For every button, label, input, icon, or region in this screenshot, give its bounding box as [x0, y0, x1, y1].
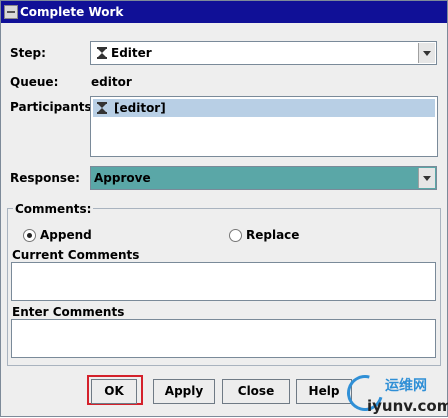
watermark-cn: 运维网: [385, 378, 427, 394]
watermark-logo: 运维网 iyunv.com: [340, 368, 448, 418]
comments-group-label: Comments:: [13, 202, 94, 216]
step-label: Step:: [10, 46, 46, 60]
append-radio[interactable]: [23, 229, 36, 242]
close-button[interactable]: Close: [222, 379, 290, 404]
replace-radio[interactable]: [229, 229, 242, 242]
response-label: Response:: [10, 171, 80, 185]
complete-work-dialog: Complete Work Step: Editer Queue: editor…: [0, 0, 448, 418]
apply-button[interactable]: Apply: [153, 379, 215, 404]
participants-list[interactable]: [editor]: [90, 96, 438, 157]
queue-value: editor: [91, 75, 132, 89]
participant-name: [editor]: [114, 101, 166, 115]
window-menu-icon[interactable]: [4, 5, 18, 19]
append-label[interactable]: Append: [40, 228, 92, 242]
queue-label: Queue:: [10, 75, 59, 89]
chevron-down-icon[interactable]: [418, 168, 435, 188]
current-comments-field: [11, 262, 436, 301]
response-value: Approve: [94, 171, 151, 185]
hourglass-icon: [97, 102, 107, 114]
title-bar: Complete Work: [1, 1, 447, 23]
participants-label: Participants:: [10, 100, 97, 114]
enter-comments-field[interactable]: [11, 319, 436, 358]
current-comments-label: Current Comments: [12, 248, 140, 262]
step-value: Editer: [111, 46, 152, 60]
chevron-down-icon[interactable]: [418, 43, 435, 63]
help-button[interactable]: Help: [296, 379, 352, 404]
window-title: Complete Work: [20, 5, 124, 19]
response-dropdown[interactable]: Approve: [90, 166, 437, 190]
hourglass-icon: [97, 47, 107, 59]
replace-label[interactable]: Replace: [246, 228, 299, 242]
list-item[interactable]: [editor]: [93, 99, 435, 117]
watermark-en: iyunv.com: [367, 397, 448, 415]
ok-button[interactable]: OK: [91, 379, 137, 404]
enter-comments-label: Enter Comments: [12, 305, 125, 319]
step-dropdown[interactable]: Editer: [90, 41, 437, 65]
